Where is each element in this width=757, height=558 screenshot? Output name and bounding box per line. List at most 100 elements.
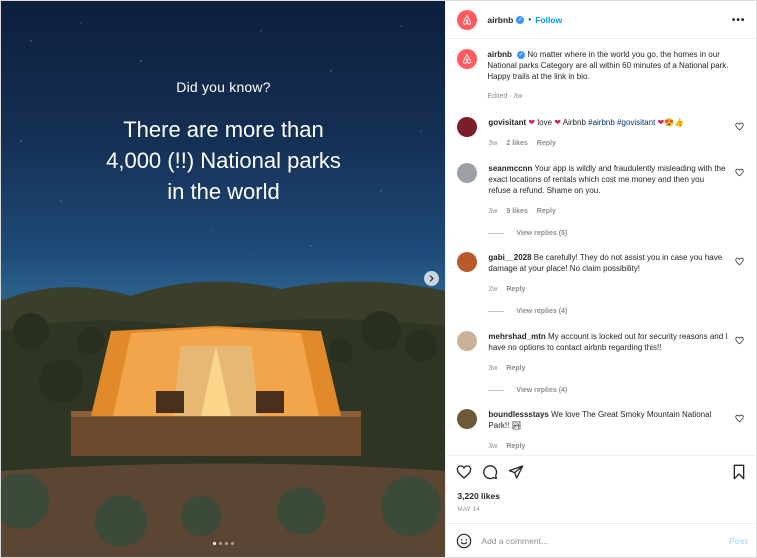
view-replies-label: View replies (4): [516, 308, 568, 315]
comment-username[interactable]: govisitant: [488, 118, 526, 127]
comments-list[interactable]: airbnb ✓ No matter where in the world yo…: [446, 39, 757, 455]
comment-body: boundlessstays We love The Great Smoky M…: [488, 409, 728, 452]
headline-line: in the world: [167, 179, 280, 204]
headline-line: There are more than: [123, 117, 324, 142]
replies-divider: [488, 233, 505, 234]
comment-body: mehrshad_mtn My account is locked out fo…: [488, 331, 728, 374]
chevron-right-icon: [429, 275, 434, 282]
thumbs-up-emoji-icon: 👍: [674, 118, 685, 127]
avatar[interactable]: [457, 409, 478, 429]
comment-text: love: [537, 118, 553, 127]
comment-age: 2w: [488, 286, 498, 293]
header-separator: •: [528, 15, 532, 24]
media-headline: There are more than 4,000 (!!) National …: [1, 114, 445, 207]
reply-button[interactable]: Reply: [537, 206, 556, 217]
carousel-dot: [213, 542, 216, 545]
post-media[interactable]: Did you know? There are more than 4,000 …: [1, 1, 446, 557]
comment-input[interactable]: [481, 535, 712, 546]
comment-age: 3w: [488, 140, 498, 147]
comment-text: Airbnb: [562, 118, 586, 127]
carousel-dot: [231, 542, 234, 545]
verified-badge-icon: ✓: [516, 15, 525, 24]
reply-button[interactable]: Reply: [506, 284, 525, 295]
share-paper-plane-icon[interactable]: [508, 464, 524, 480]
comment-body: seanmccnn Your app is wildly and fraudul…: [488, 163, 728, 217]
replies-divider: [488, 311, 505, 312]
likes-count[interactable]: 3,220 likes: [457, 491, 500, 501]
reply-button[interactable]: Reply: [506, 363, 525, 374]
comment-likes[interactable]: 2 likes: [506, 138, 527, 149]
comment-meta: 3w Reply: [488, 363, 728, 374]
comment-username[interactable]: gabi__2028: [488, 253, 531, 262]
caption-meta: Edited · 3w: [487, 93, 523, 100]
follow-button[interactable]: Follow: [535, 15, 562, 25]
view-replies-button[interactable]: View replies (5): [488, 230, 752, 237]
comment-username[interactable]: boundlessstays: [488, 410, 548, 419]
comment-item: mehrshad_mtn My account is locked out fo…: [457, 331, 752, 394]
header-username[interactable]: airbnb: [487, 15, 513, 25]
caption-text: airbnb ✓ No matter where in the world yo…: [487, 49, 737, 102]
avatar[interactable]: [457, 163, 478, 183]
comment-body: govisitant ❤ love ❤ Airbnb #airbnb #govi…: [488, 117, 728, 149]
post-caption: airbnb ✓ No matter where in the world yo…: [457, 49, 747, 102]
carousel-next-button[interactable]: [424, 271, 439, 286]
airbnb-logo-icon: [463, 13, 472, 25]
comment-item: govisitant ❤ love ❤ Airbnb #airbnb #govi…: [457, 117, 752, 149]
emoji-smiley-icon[interactable]: [456, 533, 472, 549]
action-icons: [456, 464, 524, 480]
airbnb-avatar[interactable]: [457, 9, 478, 30]
heart-emoji-icon: ❤: [554, 118, 561, 127]
comment-username[interactable]: seanmccnn: [488, 164, 532, 173]
comment-username[interactable]: mehrshad_mtn: [488, 332, 545, 341]
like-comment-heart-icon[interactable]: [735, 336, 745, 345]
headline-line: 4,000 (!!) National parks: [106, 148, 341, 173]
add-comment-bar: Post: [446, 523, 757, 557]
carousel-dot: [219, 542, 222, 545]
comment-body: gabi__2028 Be carefully! They do not ass…: [488, 252, 728, 295]
caption-username[interactable]: airbnb: [487, 50, 511, 59]
post-comment-button[interactable]: Post: [729, 536, 747, 546]
comment-age: 3w: [488, 365, 498, 372]
bookmark-icon[interactable]: [731, 464, 747, 480]
airbnb-logo-icon: [463, 53, 472, 64]
avatar[interactable]: [457, 252, 478, 272]
comment-bubble-icon[interactable]: [482, 464, 498, 480]
view-replies-button[interactable]: View replies (4): [488, 308, 752, 315]
replies-divider: [488, 390, 505, 391]
instagram-post: Did you know? There are more than 4,000 …: [0, 0, 757, 558]
airbnb-avatar[interactable]: [457, 49, 478, 69]
post-panel: airbnb ✓ • Follow ••• airbnb ✓ No matter…: [445, 1, 757, 557]
hashtag-link[interactable]: #govisitant: [617, 118, 655, 127]
carousel-indicator: [1, 542, 445, 545]
verified-badge-icon: ✓: [517, 50, 526, 59]
like-heart-icon[interactable]: [456, 464, 472, 480]
like-comment-heart-icon[interactable]: [735, 257, 745, 266]
comment-meta: 3w 9 likes Reply: [488, 206, 728, 217]
reply-button[interactable]: Reply: [506, 441, 525, 452]
comment-likes[interactable]: 9 likes: [506, 206, 527, 217]
comment-age: 3w: [488, 208, 498, 215]
comment-age: 3w: [488, 443, 498, 450]
media-kicker: Did you know?: [176, 79, 271, 95]
view-replies-button[interactable]: View replies (4): [488, 387, 752, 394]
comment-meta: 2w Reply: [488, 284, 728, 295]
like-comment-heart-icon[interactable]: [735, 122, 745, 131]
hiker-emoji-icon: 🏞: [511, 421, 522, 430]
view-replies-label: View replies (4): [516, 387, 568, 394]
more-options-button[interactable]: •••: [732, 15, 746, 26]
comment-item: gabi__2028 Be carefully! They do not ass…: [457, 252, 752, 315]
post-date: MAY 14: [457, 507, 480, 513]
view-replies-label: View replies (5): [516, 230, 568, 237]
comment-meta: 3w 2 likes Reply: [488, 138, 728, 149]
comment-meta: 3w Reply: [488, 441, 728, 452]
hashtag-link[interactable]: #airbnb: [588, 118, 615, 127]
like-comment-heart-icon[interactable]: [735, 414, 745, 423]
avatar[interactable]: [457, 331, 478, 351]
comment-item: seanmccnn Your app is wildly and fraudul…: [457, 163, 752, 237]
heart-emoji-icon: ❤: [528, 118, 536, 127]
tent-scene: [1, 281, 446, 557]
avatar[interactable]: [457, 117, 478, 137]
comment-item: boundlessstays We love The Great Smoky M…: [457, 409, 752, 452]
reply-button[interactable]: Reply: [537, 138, 556, 149]
like-comment-heart-icon[interactable]: [735, 168, 745, 177]
